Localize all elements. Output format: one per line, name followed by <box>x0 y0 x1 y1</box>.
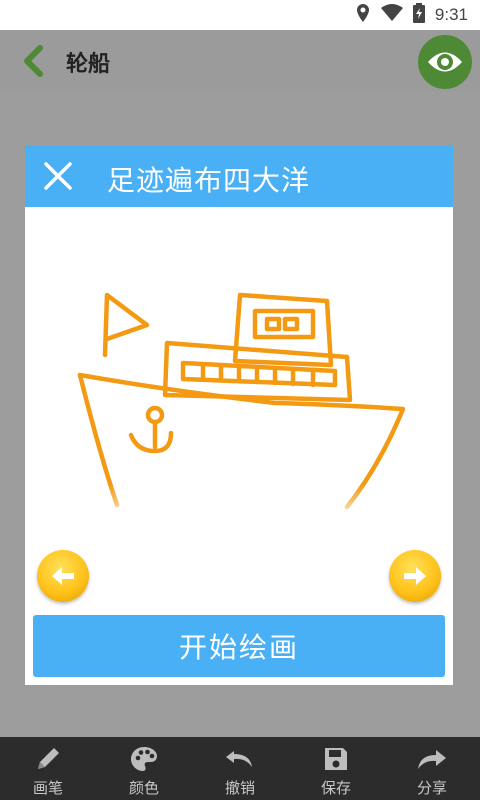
previous-button[interactable] <box>37 550 89 602</box>
start-drawing-button[interactable]: 开始绘画 <box>33 615 445 677</box>
color-button[interactable]: 颜色 <box>96 737 192 800</box>
dialog-header: 足迹遍布四大洋 <box>25 145 453 207</box>
tutorial-dialog: 足迹遍布四大洋 开始绘画 <box>25 145 453 685</box>
dialog-title: 足迹遍布四大洋 <box>107 164 311 197</box>
pencil-icon <box>32 743 64 775</box>
palette-icon <box>128 743 160 775</box>
pencil-button[interactable]: 画笔 <box>0 737 96 800</box>
page-title: 轮船 <box>66 52 111 77</box>
share-icon <box>416 743 448 775</box>
eye-icon <box>428 52 462 72</box>
close-icon <box>44 162 72 190</box>
pencil-label: 画笔 <box>32 779 63 797</box>
undo-label: 撤销 <box>224 779 255 797</box>
save-button[interactable]: 保存 <box>288 737 384 800</box>
arrow-right-icon <box>404 567 426 585</box>
back-button[interactable] <box>20 44 50 78</box>
share-label: 分享 <box>416 779 447 797</box>
color-label: 颜色 <box>128 779 159 797</box>
undo-icon <box>224 743 256 775</box>
next-button[interactable] <box>389 550 441 602</box>
undo-button[interactable]: 撤销 <box>192 737 288 800</box>
location-icon <box>355 3 371 27</box>
battery-icon <box>412 3 425 27</box>
save-icon <box>320 743 352 775</box>
preview-button[interactable] <box>418 35 472 89</box>
save-label: 保存 <box>320 779 351 797</box>
status-time: 9:31 <box>434 5 468 24</box>
share-button[interactable]: 分享 <box>384 737 480 800</box>
app-bar: 轮船 <box>0 30 480 92</box>
chevron-left-icon <box>24 45 43 77</box>
ship-drawing <box>45 292 445 555</box>
wifi-icon <box>380 4 403 26</box>
close-button[interactable] <box>41 159 75 193</box>
status-bar: 9:31 <box>0 0 480 30</box>
arrow-left-icon <box>52 567 74 585</box>
bottom-toolbar: 画笔 颜色 撤销 保存 分享 <box>0 737 480 800</box>
